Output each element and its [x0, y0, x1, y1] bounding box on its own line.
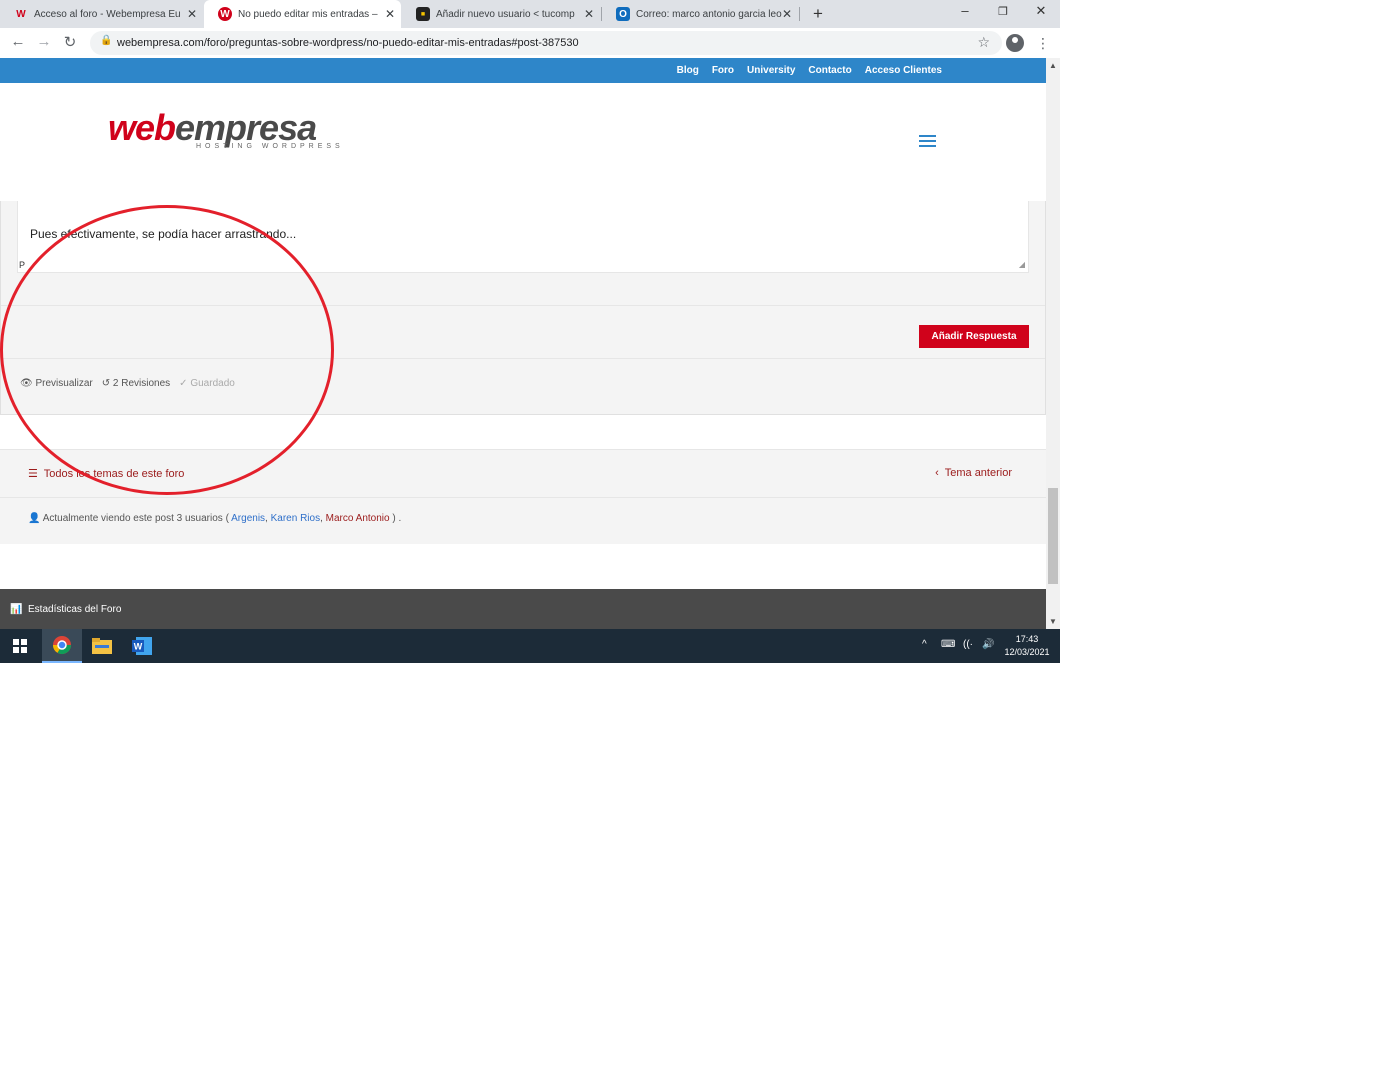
close-tab-icon[interactable]: ✕	[385, 7, 395, 21]
previous-topic-link[interactable]: ‹ Tema anterior	[935, 467, 1012, 479]
forum-stats-bar: 📊 Estadísticas del Foro	[0, 589, 1046, 629]
saved-status: ✓ Guardado	[179, 378, 235, 389]
tab-strip: W Acceso al foro - Webempresa Eu ✕ W No …	[0, 0, 1060, 28]
logo-text-red: web	[108, 107, 176, 148]
keyboard-icon[interactable]: ⌨	[941, 639, 955, 650]
close-window-icon[interactable]: ✕	[1031, 3, 1051, 19]
divider	[1, 305, 1045, 306]
windows-start-icon[interactable]	[0, 629, 40, 663]
restore-icon[interactable]: ❐	[993, 5, 1013, 18]
tab-title: Correo: marco antonio garcia leo	[636, 8, 782, 20]
volume-icon[interactable]: 🔊	[982, 639, 994, 650]
all-topics-label: Todos los temas de este foro	[43, 468, 185, 480]
site-top-nav: Blog Foro University Contacto Acceso Cli…	[0, 58, 1046, 83]
editor-path-tag: P	[19, 260, 26, 270]
resize-grip-icon[interactable]: ◢	[1019, 260, 1025, 269]
preview-link[interactable]: 👁 Previsualizar	[20, 378, 93, 389]
nav-link-acceso-clientes[interactable]: Acceso Clientes	[865, 65, 942, 76]
nav-link-foro[interactable]: Foro	[712, 65, 734, 76]
logo-subtitle: HOSTING WORDPRESS	[196, 143, 344, 150]
site-header: webempresa HOSTING WORDPRESS	[0, 83, 1046, 201]
add-reply-button[interactable]: Añadir Respuesta	[919, 325, 1029, 348]
tab-acceso-foro[interactable]: W Acceso al foro - Webempresa Eu ✕	[0, 0, 203, 28]
scrollbar-thumb[interactable]	[1048, 488, 1058, 584]
revisions-link[interactable]: ↺ 2 Revisiones	[102, 378, 170, 389]
webempresa-favicon-icon: W	[218, 7, 232, 21]
viewer-link-argenis[interactable]: Argenis	[231, 513, 265, 524]
reply-text: Pues efectivamente, se podía hacer arras…	[30, 227, 297, 241]
history-icon: ↺	[101, 378, 111, 389]
all-topics-link[interactable]: ☰ Todos los temas de este foro	[28, 467, 184, 480]
divider	[1, 358, 1045, 359]
page-viewport: Blog Foro University Contacto Acceso Cli…	[0, 58, 1046, 629]
webempresa-logo[interactable]: webempresa HOSTING WORDPRESS	[108, 107, 340, 150]
clock-date: 12/03/2021	[1004, 647, 1050, 657]
url-text[interactable]: webempresa.com/foro/preguntas-sobre-word…	[117, 37, 579, 49]
tab-title: Acceso al foro - Webempresa Eu	[34, 8, 181, 20]
screen: W Acceso al foro - Webempresa Eu ✕ W No …	[0, 0, 1060, 663]
scroll-down-arrow-icon[interactable]: ▼	[1049, 617, 1057, 626]
outlook-favicon-icon: O	[616, 7, 630, 21]
logo-text-grey: empresa	[175, 107, 317, 148]
previous-topic-label: Tema anterior	[944, 467, 1012, 479]
forum-stats-link[interactable]: 📊 Estadísticas del Foro	[10, 604, 121, 615]
viewer-link-marco-antonio[interactable]: Marco Antonio	[326, 513, 390, 524]
saved-label: Guardado	[190, 378, 235, 389]
new-tab-button[interactable]: +	[808, 4, 828, 24]
browser-toolbar: ← → ↻ 🔒 webempresa.com/foro/preguntas-so…	[0, 28, 1060, 58]
wifi-icon[interactable]: ((·	[963, 639, 973, 650]
viewers-prefix: Actualmente viendo este post 3 usuarios …	[42, 513, 229, 524]
check-icon: ✓	[179, 378, 188, 389]
taskbar-clock[interactable]: 17:43 12/03/2021	[1003, 633, 1051, 659]
page-scrollbar[interactable]: ▲ ▼	[1046, 58, 1060, 629]
forum-navigation: ☰ Todos los temas de este foro ‹ Tema an…	[0, 449, 1046, 498]
reply-textarea[interactable]: Pues efectivamente, se podía hacer arras…	[17, 201, 1029, 273]
eye-icon: 👁	[20, 378, 33, 389]
tab-anadir-usuario[interactable]: ■ Añadir nuevo usuario < tucomp ✕	[402, 0, 600, 28]
forum-stats-label: Estadísticas del Foro	[28, 604, 122, 615]
viewers-suffix: ) .	[392, 513, 402, 524]
close-tab-icon[interactable]: ✕	[187, 7, 197, 21]
bar-chart-icon: 📊	[10, 604, 23, 615]
back-arrow-icon[interactable]: ←	[8, 33, 28, 50]
reply-form: Pues efectivamente, se podía hacer arras…	[0, 201, 1046, 415]
word-icon[interactable]: W	[122, 629, 162, 663]
profile-avatar-icon[interactable]	[1006, 34, 1024, 52]
chrome-icon[interactable]	[42, 629, 82, 663]
reply-actions: 👁 Previsualizar ↺ 2 Revisiones ✓ Guardad…	[20, 378, 235, 389]
windows-taskbar: W ^ ⌨ ((· 🔊 17:43 12/03/2021	[0, 629, 1060, 663]
webempresa-favicon-icon: W	[16, 8, 26, 20]
chevron-up-icon[interactable]: ^	[922, 639, 927, 650]
close-tab-icon[interactable]: ✕	[782, 7, 792, 21]
tab-separator	[799, 7, 800, 21]
minimize-icon[interactable]: –	[955, 3, 975, 18]
file-explorer-icon[interactable]	[82, 629, 122, 663]
viewer-link-karen-rios[interactable]: Karen Rios	[271, 513, 320, 524]
forward-arrow-icon[interactable]: →	[34, 33, 54, 50]
browser-menu-icon[interactable]: ⋮	[1036, 35, 1050, 52]
bookmark-star-icon[interactable]: ☆	[977, 34, 990, 51]
scroll-up-arrow-icon[interactable]: ▲	[1049, 61, 1057, 70]
tab-title: No puedo editar mis entradas –	[238, 8, 378, 20]
site-favicon-icon: ■	[416, 7, 430, 21]
nav-link-university[interactable]: University	[747, 65, 795, 76]
list-icon: ☰	[28, 468, 38, 480]
current-viewers: 👤 Actualmente viendo este post 3 usuario…	[0, 498, 1046, 544]
tab-title: Añadir nuevo usuario < tucomp	[436, 8, 575, 20]
clock-time: 17:43	[1015, 634, 1039, 644]
address-bar[interactable]: 🔒 webempresa.com/foro/preguntas-sobre-wo…	[90, 31, 1002, 55]
hamburger-menu-icon[interactable]	[919, 135, 936, 150]
reload-icon[interactable]: ↻	[60, 33, 80, 51]
person-icon: 👤	[28, 513, 41, 524]
tab-correo[interactable]: O Correo: marco antonio garcia leo ✕	[602, 0, 798, 28]
preview-label: Previsualizar	[35, 378, 93, 389]
chevron-left-icon: ‹	[935, 467, 939, 479]
close-tab-icon[interactable]: ✕	[584, 7, 594, 21]
tab-no-puedo-editar[interactable]: W No puedo editar mis entradas – ✕	[204, 0, 401, 28]
lock-icon: 🔒	[100, 35, 113, 46]
revisions-label: 2 Revisiones	[112, 378, 171, 389]
nav-link-contacto[interactable]: Contacto	[808, 65, 851, 76]
svg-text:W: W	[134, 642, 143, 652]
nav-link-blog[interactable]: Blog	[677, 65, 699, 76]
